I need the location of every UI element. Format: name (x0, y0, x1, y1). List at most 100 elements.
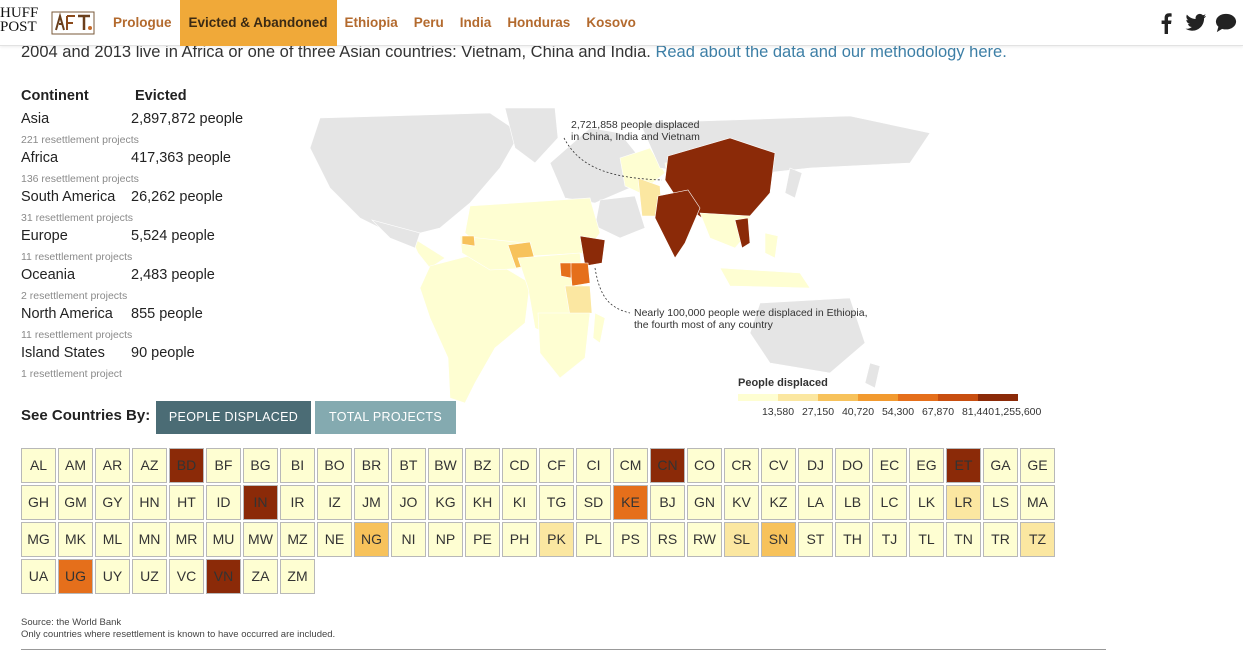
country-cell-kv[interactable]: KV (724, 485, 759, 520)
country-cell-mr[interactable]: MR (169, 522, 204, 557)
country-cell-iz[interactable]: IZ (317, 485, 352, 520)
country-cell-ar[interactable]: AR (95, 448, 130, 483)
country-cell-br[interactable]: BR (354, 448, 389, 483)
country-cell-et[interactable]: ET (946, 448, 981, 483)
country-cell-ne[interactable]: NE (317, 522, 352, 557)
twitter-icon[interactable] (1185, 11, 1207, 35)
country-cell-mw[interactable]: MW (243, 522, 278, 557)
country-cell-ci[interactable]: CI (576, 448, 611, 483)
country-cell-mu[interactable]: MU (206, 522, 241, 557)
country-cell-ec[interactable]: EC (872, 448, 907, 483)
huffpost-logo[interactable]: HUFF POST (0, 6, 46, 40)
nav-item-evicted-abandoned[interactable]: Evicted & Abandoned (179, 0, 337, 46)
comment-icon[interactable] (1215, 11, 1237, 35)
country-cell-th[interactable]: TH (835, 522, 870, 557)
country-cell-ge[interactable]: GE (1020, 448, 1055, 483)
country-cell-ps[interactable]: PS (613, 522, 648, 557)
country-cell-bg[interactable]: BG (243, 448, 278, 483)
country-cell-uz[interactable]: UZ (132, 559, 167, 594)
country-cell-ki[interactable]: KI (502, 485, 537, 520)
country-cell-cf[interactable]: CF (539, 448, 574, 483)
country-cell-gn[interactable]: GN (687, 485, 722, 520)
country-cell-gm[interactable]: GM (58, 485, 93, 520)
country-cell-mn[interactable]: MN (132, 522, 167, 557)
country-cell-eg[interactable]: EG (909, 448, 944, 483)
country-cell-mk[interactable]: MK (58, 522, 93, 557)
country-cell-ua[interactable]: UA (21, 559, 56, 594)
country-cell-ga[interactable]: GA (983, 448, 1018, 483)
country-cell-ma[interactable]: MA (1020, 485, 1055, 520)
country-cell-la[interactable]: LA (798, 485, 833, 520)
country-cell-tn[interactable]: TN (946, 522, 981, 557)
nav-item-prologue[interactable]: Prologue (105, 0, 180, 46)
country-cell-sn[interactable]: SN (761, 522, 796, 557)
country-cell-kg[interactable]: KG (428, 485, 463, 520)
people-displaced-button[interactable]: PEOPLE DISPLACED (156, 401, 311, 434)
nav-item-peru[interactable]: Peru (406, 0, 452, 46)
country-cell-bf[interactable]: BF (206, 448, 241, 483)
country-cell-cm[interactable]: CM (613, 448, 648, 483)
country-cell-do[interactable]: DO (835, 448, 870, 483)
country-cell-cd[interactable]: CD (502, 448, 537, 483)
country-cell-ls[interactable]: LS (983, 485, 1018, 520)
country-cell-kh[interactable]: KH (465, 485, 500, 520)
country-cell-tz[interactable]: TZ (1020, 522, 1055, 557)
country-cell-bi[interactable]: BI (280, 448, 315, 483)
total-projects-button[interactable]: TOTAL PROJECTS (315, 401, 456, 434)
country-cell-ir[interactable]: IR (280, 485, 315, 520)
country-cell-in[interactable]: IN (243, 485, 278, 520)
country-cell-ke[interactable]: KE (613, 485, 648, 520)
country-cell-tj[interactable]: TJ (872, 522, 907, 557)
world-map[interactable]: 2,721,858 people displaced in China, Ind… (290, 107, 1090, 408)
country-cell-vn[interactable]: VN (206, 559, 241, 594)
facebook-icon[interactable] (1155, 11, 1177, 35)
country-cell-tl[interactable]: TL (909, 522, 944, 557)
country-cell-cr[interactable]: CR (724, 448, 759, 483)
country-cell-bd[interactable]: BD (169, 448, 204, 483)
country-cell-tr[interactable]: TR (983, 522, 1018, 557)
country-cell-dj[interactable]: DJ (798, 448, 833, 483)
country-cell-uy[interactable]: UY (95, 559, 130, 594)
country-cell-ug[interactable]: UG (58, 559, 93, 594)
country-cell-cv[interactable]: CV (761, 448, 796, 483)
country-cell-gy[interactable]: GY (95, 485, 130, 520)
country-cell-gh[interactable]: GH (21, 485, 56, 520)
country-cell-rw[interactable]: RW (687, 522, 722, 557)
country-cell-kz[interactable]: KZ (761, 485, 796, 520)
nav-item-ethiopia[interactable]: Ethiopia (337, 0, 406, 46)
country-cell-bz[interactable]: BZ (465, 448, 500, 483)
country-cell-vc[interactable]: VC (169, 559, 204, 594)
country-cell-np[interactable]: NP (428, 522, 463, 557)
country-cell-sd[interactable]: SD (576, 485, 611, 520)
country-cell-id[interactable]: ID (206, 485, 241, 520)
country-cell-az[interactable]: AZ (132, 448, 167, 483)
country-cell-lb[interactable]: LB (835, 485, 870, 520)
country-cell-lr[interactable]: LR (946, 485, 981, 520)
country-cell-tg[interactable]: TG (539, 485, 574, 520)
country-cell-jo[interactable]: JO (391, 485, 426, 520)
country-cell-al[interactable]: AL (21, 448, 56, 483)
country-cell-bj[interactable]: BJ (650, 485, 685, 520)
country-cell-rs[interactable]: RS (650, 522, 685, 557)
country-cell-bw[interactable]: BW (428, 448, 463, 483)
country-cell-lc[interactable]: LC (872, 485, 907, 520)
country-cell-pk[interactable]: PK (539, 522, 574, 557)
country-cell-ml[interactable]: ML (95, 522, 130, 557)
country-cell-st[interactable]: ST (798, 522, 833, 557)
country-cell-ni[interactable]: NI (391, 522, 426, 557)
country-cell-zm[interactable]: ZM (280, 559, 315, 594)
country-cell-ht[interactable]: HT (169, 485, 204, 520)
country-cell-pl[interactable]: PL (576, 522, 611, 557)
country-cell-mg[interactable]: MG (21, 522, 56, 557)
country-cell-co[interactable]: CO (687, 448, 722, 483)
country-cell-jm[interactable]: JM (354, 485, 389, 520)
country-cell-ng[interactable]: NG (354, 522, 389, 557)
country-cell-pe[interactable]: PE (465, 522, 500, 557)
country-cell-am[interactable]: AM (58, 448, 93, 483)
nav-item-india[interactable]: India (452, 0, 500, 46)
country-cell-cn[interactable]: CN (650, 448, 685, 483)
country-cell-za[interactable]: ZA (243, 559, 278, 594)
country-cell-bo[interactable]: BO (317, 448, 352, 483)
country-cell-mz[interactable]: MZ (280, 522, 315, 557)
country-cell-ph[interactable]: PH (502, 522, 537, 557)
